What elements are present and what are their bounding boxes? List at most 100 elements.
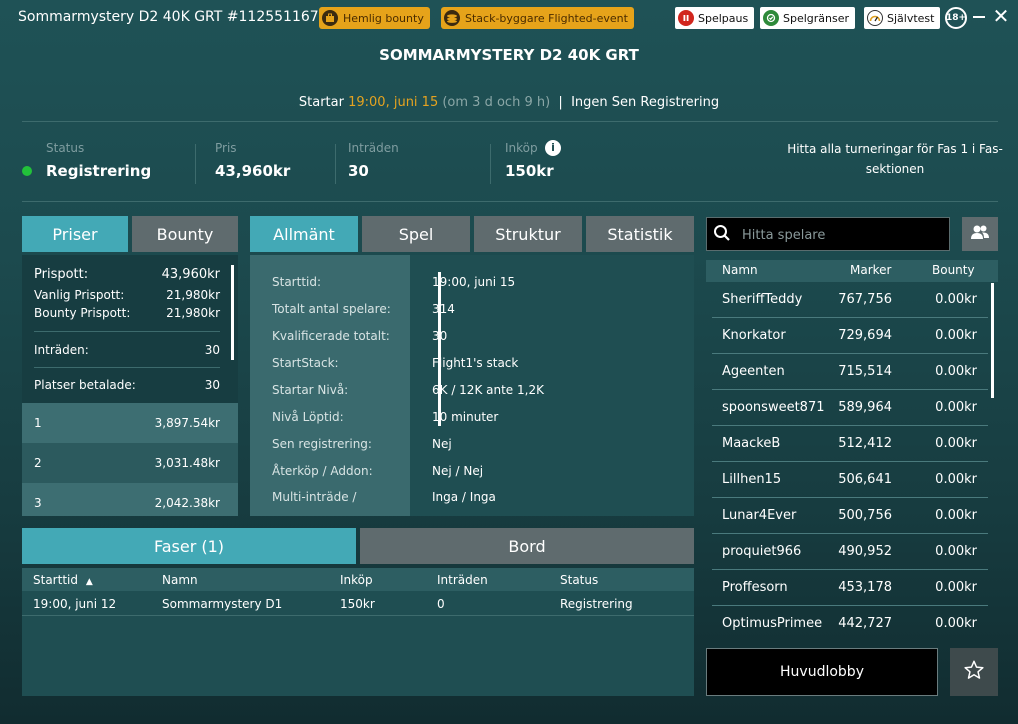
phase-buyin: 150kr [340,597,375,611]
col-buyin-header[interactable]: Inköp [340,573,373,587]
col-bounty-header[interactable]: Bounty [932,263,975,277]
tab-game[interactable]: Spel [362,216,470,252]
player-chips: 767,756 [838,291,892,307]
col-start-header[interactable]: Starttid ▲ [33,573,93,587]
player-name: Proffesorn [722,579,788,595]
player-bounty: 0.00kr [935,507,977,523]
player-row[interactable]: SheriffTeddy 767,756 0.00kr [706,281,992,317]
prize-scrollbar[interactable] [231,265,234,360]
player-list-scrollbar[interactable] [991,283,994,398]
divider [34,331,220,332]
self-test-label: Självtest [887,11,935,25]
info-scrollbar[interactable] [438,272,441,426]
info-label: Återköp / Addon: [272,464,373,478]
phase-name[interactable]: Sommarmystery D1 [162,597,282,611]
self-test-button[interactable]: Självtest [864,7,941,29]
secret-bounty-label: Hemlig bounty [343,11,424,25]
player-chips: 490,952 [838,543,892,559]
player-row[interactable]: Lillhen15 506,641 0.00kr [706,461,992,497]
col-player-name-header[interactable]: Namn [722,263,758,277]
player-name: Lillhen15 [722,471,782,487]
divider [195,144,196,184]
player-search-input[interactable] [742,226,942,244]
secret-bounty-badge[interactable]: Hemlig bounty [319,7,430,29]
info-icon[interactable]: i [545,140,561,156]
pause-button[interactable]: Spelpaus [675,7,755,29]
player-row[interactable]: Proffesorn 453,178 0.00kr [706,569,992,605]
divider [22,615,694,616]
status-label: Status [46,141,85,155]
limits-icon [763,10,779,26]
flighted-event-label: Stack-byggare Flighted-event [465,11,628,25]
status-indicator-icon [22,166,32,176]
tab-statistics[interactable]: Statistik [586,216,694,252]
start-prefix: Startar [298,95,344,110]
divider [490,144,491,184]
tab-phases[interactable]: Faser (1) [22,528,356,564]
prize-place-row: 2 3,031.48kr [22,443,238,483]
player-chips: 512,412 [838,435,892,451]
player-bounty: 0.00kr [935,471,977,487]
tab-tables[interactable]: Bord [360,528,694,564]
player-chips: 442,727 [838,615,892,631]
close-icon[interactable]: ✕ [992,6,1010,26]
place-amount: 3,897.54kr [154,416,220,430]
player-row[interactable]: Knorkator 729,694 0.00kr [706,317,992,353]
start-relative: (om 3 d och 9 h) [442,95,551,110]
tournament-name: SOMMARMYSTERY D2 40K GRT [379,46,639,64]
info-label: Totalt antal spelare: [272,302,391,316]
tab-general[interactable]: Allmänt [250,216,358,252]
paid-places-value: 30 [204,378,220,392]
player-name: spoonsweet871 [722,399,825,415]
player-name: OptimusPrimee [722,615,823,631]
info-value: 19:00, juni 15 [432,275,516,289]
prize-place-row: 3 2,042.38kr [22,483,238,516]
main-lobby-button[interactable]: Huvudlobby [706,648,938,696]
player-row[interactable]: spoonsweet871 589,964 0.00kr [706,389,992,425]
tab-prizes[interactable]: Priser [22,216,128,252]
sort-ascending-icon: ▲ [85,577,93,587]
info-label: StartStack: [272,356,339,370]
player-row[interactable]: Ageenten 715,514 0.00kr [706,353,992,389]
player-row[interactable]: MaackeB 512,412 0.00kr [706,425,992,461]
player-name: Lunar4Ever [722,507,797,523]
player-row[interactable]: proquiet966 490,952 0.00kr [706,533,992,569]
buyin-value: 150kr [505,162,554,180]
player-bounty: 0.00kr [935,435,977,451]
limits-button[interactable]: Spelgränser [760,7,856,29]
tab-structure[interactable]: Struktur [474,216,582,252]
player-chips: 589,964 [838,399,892,415]
prize-entries-label: Inträden: [34,343,89,357]
regular-pool-value: 21,980kr [166,288,220,302]
player-name: proquiet966 [722,543,802,559]
player-name: SheriffTeddy [722,291,803,307]
phase-entries: 0 [437,597,445,611]
col-entries-header[interactable]: Inträden [437,573,488,587]
player-chips: 729,694 [838,327,892,343]
gauge-icon [867,10,883,26]
player-row[interactable]: Lunar4Ever 500,756 0.00kr [706,497,992,533]
player-bounty: 0.00kr [935,399,977,415]
player-row[interactable]: OptimusPrimee 442,727 0.00kr [706,605,992,641]
tab-bounty[interactable]: Bounty [132,216,238,252]
info-panel: Starttid: 19:00, juni 15 Totalt antal sp… [250,255,694,516]
divider [335,144,336,184]
col-name-header[interactable]: Namn [162,573,198,587]
friends-button[interactable] [962,217,998,251]
info-value: Nej / Nej [432,464,484,478]
prize-entries-value: 30 [204,343,220,357]
flighted-event-badge[interactable]: Stack-byggare Flighted-event [441,7,634,29]
place-number: 2 [34,456,42,470]
col-chips-header[interactable]: Marker [850,263,891,277]
friends-icon [970,224,990,244]
col-status-header[interactable]: Status [560,573,598,587]
prize-value: 43,960kr [215,162,291,180]
favorite-button[interactable] [950,648,998,696]
paid-places-row: Platser betalade: 30 [34,378,220,392]
entries-row: Inträden: 30 [34,343,220,357]
minimize-icon[interactable] [973,16,985,18]
info-value: Nej [432,437,452,451]
status-value: Registrering [46,162,152,180]
place-amount: 2,042.38kr [154,496,220,510]
star-icon [963,659,985,685]
